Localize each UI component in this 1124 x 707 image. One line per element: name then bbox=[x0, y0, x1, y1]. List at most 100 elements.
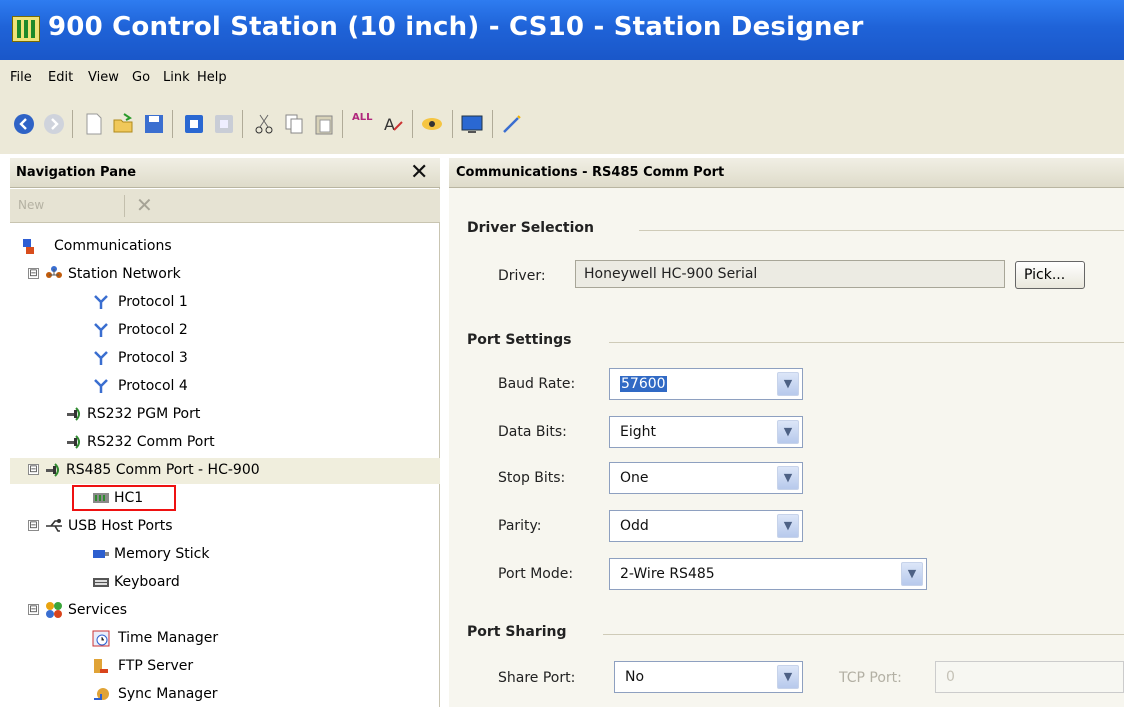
tree-item-sync-manager[interactable]: Sync Manager bbox=[10, 682, 440, 707]
tree-item-label: Protocol 4 bbox=[118, 378, 188, 394]
tree-item-label: FTP Server bbox=[118, 658, 194, 674]
menu-edit[interactable]: Edit bbox=[48, 70, 73, 85]
cut-icon[interactable] bbox=[252, 112, 276, 136]
services-icon bbox=[46, 602, 62, 618]
menu-file[interactable]: File bbox=[10, 70, 32, 85]
tree-item-label: Keyboard bbox=[114, 574, 180, 590]
collapse-icon[interactable]: ⊟ bbox=[28, 268, 39, 279]
tree-item-label: Time Manager bbox=[118, 630, 219, 646]
tree-item-usb-host-ports[interactable]: ⊟ USB Host Ports bbox=[10, 514, 440, 540]
tree-item-protocol-1[interactable]: Protocol 1 bbox=[10, 290, 440, 316]
tree-item-services[interactable]: ⊟ Services bbox=[10, 598, 440, 624]
menu-link[interactable]: Link bbox=[163, 70, 190, 85]
usb-icon bbox=[46, 519, 62, 532]
title-bar: 900 Control Station (10 inch) - CS10 - S… bbox=[0, 0, 1124, 60]
tree-item-protocol-2[interactable]: Protocol 2 bbox=[10, 318, 440, 344]
share-port-select[interactable]: No ▼ bbox=[614, 661, 803, 693]
data-bits-label: Data Bits: bbox=[498, 424, 567, 440]
eye-icon[interactable] bbox=[420, 112, 444, 136]
communications-icon bbox=[23, 239, 34, 254]
tree-item-rs232-pgm-port[interactable]: RS232 PGM Port bbox=[10, 402, 440, 428]
tree-item-protocol-4[interactable]: Protocol 4 bbox=[10, 374, 440, 400]
back-icon[interactable] bbox=[12, 112, 36, 136]
new-item-button[interactable]: New bbox=[18, 198, 44, 212]
chevron-down-icon[interactable]: ▼ bbox=[777, 466, 799, 490]
collapse-icon[interactable]: ⊟ bbox=[28, 520, 39, 531]
driver-field: Honeywell HC-900 Serial bbox=[575, 260, 1005, 288]
port-mode-value: 2-Wire RS485 bbox=[620, 566, 715, 582]
menu-go[interactable]: Go bbox=[132, 70, 150, 85]
driver-label: Driver: bbox=[498, 268, 546, 284]
share-port-label: Share Port: bbox=[498, 670, 576, 686]
tree-item-communications[interactable]: Communications bbox=[10, 234, 440, 260]
blue-square-icon[interactable] bbox=[182, 112, 206, 136]
spell-icon[interactable]: A bbox=[382, 112, 406, 136]
time-manager-icon bbox=[92, 630, 110, 647]
protocol-icon bbox=[94, 351, 108, 365]
tree-item-protocol-3[interactable]: Protocol 3 bbox=[10, 346, 440, 372]
share-port-value: No bbox=[625, 669, 645, 685]
navigation-pane-header: Navigation Pane ✕ bbox=[10, 158, 440, 188]
tree-item-ftp-server[interactable]: FTP Server bbox=[10, 654, 440, 680]
parity-label: Parity: bbox=[498, 518, 542, 534]
port-sharing-title: Port Sharing bbox=[467, 624, 567, 640]
tree-item-label: Protocol 3 bbox=[118, 350, 188, 366]
port-mode-select[interactable]: 2-Wire RS485 ▼ bbox=[609, 558, 927, 590]
protocol-icon bbox=[94, 379, 108, 393]
chevron-down-icon[interactable]: ▼ bbox=[777, 665, 799, 689]
all-icon[interactable]: ALL bbox=[352, 112, 376, 136]
delete-icon[interactable]: ✕ bbox=[136, 193, 153, 217]
serial-port-icon bbox=[67, 435, 80, 449]
chevron-down-icon[interactable]: ▼ bbox=[777, 372, 799, 396]
tree-item-label: Communications bbox=[54, 238, 172, 254]
tree-item-rs232-comm-port[interactable]: RS232 Comm Port bbox=[10, 430, 440, 456]
copy-icon[interactable] bbox=[282, 112, 306, 136]
tree-item-memory-stick[interactable]: Memory Stick bbox=[10, 542, 440, 568]
data-bits-value: Eight bbox=[620, 424, 656, 440]
content-pane: Communications - RS485 Comm Port Driver … bbox=[449, 158, 1124, 707]
open-folder-icon[interactable] bbox=[112, 112, 136, 136]
baud-rate-label: Baud Rate: bbox=[498, 376, 576, 392]
window-title: 900 Control Station (10 inch) - CS10 - S… bbox=[48, 12, 864, 42]
new-file-icon[interactable] bbox=[82, 112, 106, 136]
pick-button[interactable]: Pick... bbox=[1015, 261, 1085, 289]
chevron-down-icon[interactable]: ▼ bbox=[777, 514, 799, 538]
menu-view[interactable]: View bbox=[88, 70, 119, 85]
parity-select[interactable]: Odd ▼ bbox=[609, 510, 803, 542]
chevron-down-icon[interactable]: ▼ bbox=[777, 420, 799, 444]
tcp-port-value: 0 bbox=[946, 669, 955, 685]
content-header: Communications - RS485 Comm Port bbox=[449, 158, 1124, 188]
navigation-pane: Navigation Pane ✕ New ✕ Communications ⊟… bbox=[10, 158, 440, 707]
serial-port-icon bbox=[46, 463, 59, 477]
tree-item-label: Sync Manager bbox=[118, 686, 218, 702]
data-bits-select[interactable]: Eight ▼ bbox=[609, 416, 803, 448]
monitor-icon[interactable] bbox=[460, 112, 484, 136]
port-settings-title: Port Settings bbox=[467, 332, 572, 348]
parity-value: Odd bbox=[620, 518, 649, 534]
collapse-icon[interactable]: ⊟ bbox=[28, 604, 39, 615]
tree-item-label: Station Network bbox=[68, 266, 181, 282]
close-icon[interactable]: ✕ bbox=[410, 160, 428, 185]
protocol-icon bbox=[94, 323, 108, 337]
gray-square-icon[interactable] bbox=[212, 112, 236, 136]
chevron-down-icon[interactable]: ▼ bbox=[901, 562, 923, 586]
forward-icon[interactable] bbox=[42, 112, 66, 136]
collapse-icon[interactable]: ⊟ bbox=[28, 464, 39, 475]
port-mode-label: Port Mode: bbox=[498, 566, 574, 582]
baud-rate-select[interactable]: 57600 ▼ bbox=[609, 368, 803, 400]
content-title: Communications - RS485 Comm Port bbox=[456, 165, 725, 180]
tree-item-label: RS232 Comm Port bbox=[87, 434, 215, 450]
baud-rate-value: 57600 bbox=[620, 376, 667, 392]
tree-item-label: Protocol 1 bbox=[118, 294, 188, 310]
tree-item-time-manager[interactable]: Time Manager bbox=[10, 626, 440, 652]
tree-item-station-network[interactable]: ⊟ Station Network bbox=[10, 262, 440, 288]
tree-item-label: RS485 Comm Port - HC-900 bbox=[66, 462, 260, 478]
stop-bits-select[interactable]: One ▼ bbox=[609, 462, 803, 494]
menu-help[interactable]: Help bbox=[197, 70, 227, 85]
paste-icon[interactable] bbox=[312, 112, 336, 136]
wand-icon[interactable] bbox=[500, 112, 524, 136]
save-icon[interactable] bbox=[142, 112, 166, 136]
tree-item-keyboard[interactable]: Keyboard bbox=[10, 570, 440, 596]
ftp-server-icon bbox=[94, 659, 108, 673]
tree-item-rs485-comm-port[interactable]: ⊟ RS485 Comm Port - HC-900 bbox=[10, 458, 440, 484]
